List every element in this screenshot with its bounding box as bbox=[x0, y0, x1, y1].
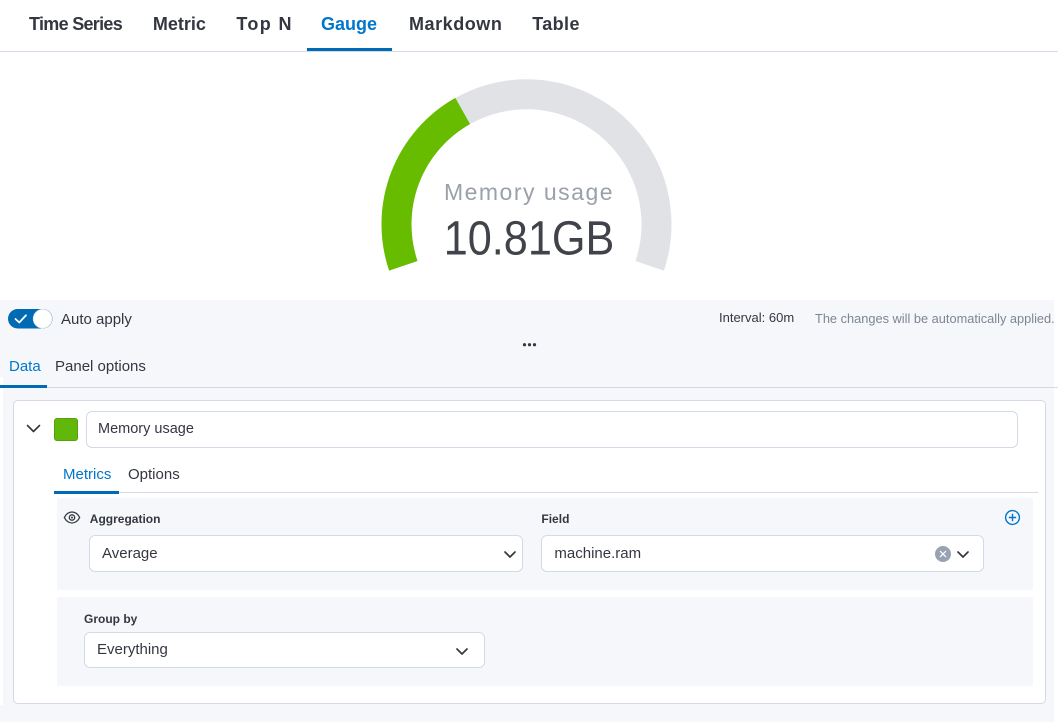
svg-text:Memory usage: Memory usage bbox=[444, 179, 614, 205]
svg-text:10.81GB: 10.81GB bbox=[444, 212, 614, 266]
